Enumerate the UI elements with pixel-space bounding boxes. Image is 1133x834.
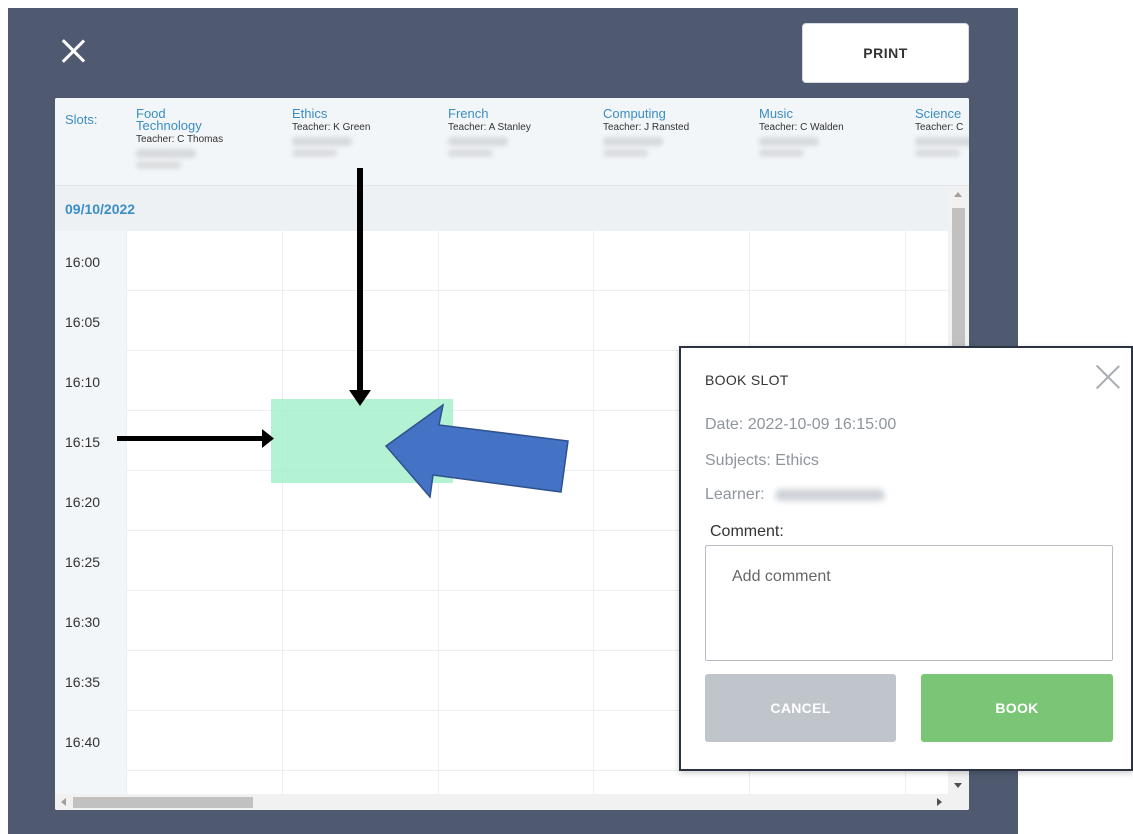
scroll-up-icon[interactable]: [954, 192, 962, 197]
time-label: 16:40: [55, 711, 126, 771]
schedule-header: Slots: Food Technology Teacher: C Thomas…: [55, 98, 969, 186]
redacted-text: [292, 137, 352, 146]
time-label: 16:00: [55, 231, 126, 291]
redacted-text: [759, 149, 804, 157]
print-button[interactable]: PRINT: [802, 23, 969, 83]
slot-learner: Learner:: [705, 486, 885, 504]
slot-date: Date: 2022-10-09 16:15:00: [705, 416, 897, 433]
time-row: [55, 771, 948, 794]
slots-label: Slots:: [65, 112, 98, 127]
time-label: 16:30: [55, 591, 126, 651]
close-icon[interactable]: [60, 38, 86, 64]
column-subject: Computing: [603, 106, 666, 121]
time-row: 16:05: [55, 291, 948, 351]
column-header-science: Science Teacher: C: [905, 106, 969, 157]
date-label: 09/10/2022: [65, 201, 136, 217]
column-header-french: French Teacher: A Stanley: [438, 106, 593, 157]
dialog-title: BOOK SLOT: [705, 372, 789, 388]
time-label: 16:10: [55, 351, 126, 411]
slot-subjects: Subjects: Ethics: [705, 452, 819, 469]
column-divider: [593, 231, 594, 794]
date-row: 09/10/2022: [55, 186, 948, 231]
book-slot-dialog: BOOK SLOT Date: 2022-10-09 16:15:00 Subj…: [679, 346, 1133, 771]
comment-label: Comment:: [710, 523, 784, 540]
cancel-button[interactable]: CANCEL: [705, 674, 896, 742]
column-divider: [438, 231, 439, 794]
scrollbar-thumb[interactable]: [73, 797, 253, 808]
column-subject: Food Technology: [136, 106, 202, 133]
column-divider: [282, 231, 283, 794]
close-icon[interactable]: [1095, 364, 1121, 390]
redacted-text: [774, 488, 885, 501]
redacted-text: [136, 149, 196, 158]
redacted-text: [292, 149, 337, 157]
redacted-text: [915, 149, 960, 157]
column-subject: French: [448, 106, 489, 121]
redacted-text: [603, 149, 648, 157]
scroll-right-icon[interactable]: [937, 798, 942, 806]
time-label: 16:20: [55, 471, 126, 531]
column-subject: Science: [915, 106, 962, 121]
time-label: 16:15: [55, 411, 126, 471]
column-header-ethics: Ethics Teacher: K Green: [282, 106, 437, 157]
column-header-music: Music Teacher: C Walden: [749, 106, 904, 157]
column-teacher: Teacher: K Green: [292, 122, 371, 133]
time-row: 16:00: [55, 231, 948, 291]
column-divider: [126, 231, 127, 794]
redacted-text: [448, 137, 508, 146]
column-teacher: Teacher: C Thomas: [136, 134, 224, 145]
redacted-text: [136, 161, 181, 169]
scroll-down-icon[interactable]: [954, 783, 962, 788]
learner-label: Learner:: [705, 486, 765, 503]
comment-input[interactable]: [705, 545, 1113, 661]
column-subject: Music: [759, 106, 793, 121]
book-button[interactable]: BOOK: [921, 674, 1113, 742]
time-label: 16:05: [55, 291, 126, 351]
time-label: 16:25: [55, 531, 126, 591]
time-label: 16:35: [55, 651, 126, 711]
redacted-text: [603, 137, 663, 146]
selected-slot-cell[interactable]: [271, 399, 453, 483]
column-teacher: Teacher: J Ransted: [603, 122, 690, 133]
column-teacher: Teacher: C Walden: [759, 122, 844, 133]
column-teacher: Teacher: C: [915, 122, 964, 133]
time-label: [55, 771, 126, 794]
column-teacher: Teacher: A Stanley: [448, 122, 531, 133]
horizontal-scrollbar[interactable]: [55, 794, 969, 810]
column-subject: Ethics: [292, 106, 328, 121]
redacted-text: [759, 137, 819, 146]
redacted-text: [448, 149, 493, 157]
redacted-text: [915, 137, 969, 146]
column-header-computing: Computing Teacher: J Ransted: [593, 106, 748, 157]
column-header-food-technology: Food Technology Teacher: C Thomas: [126, 106, 281, 169]
scroll-left-icon[interactable]: [61, 798, 66, 806]
